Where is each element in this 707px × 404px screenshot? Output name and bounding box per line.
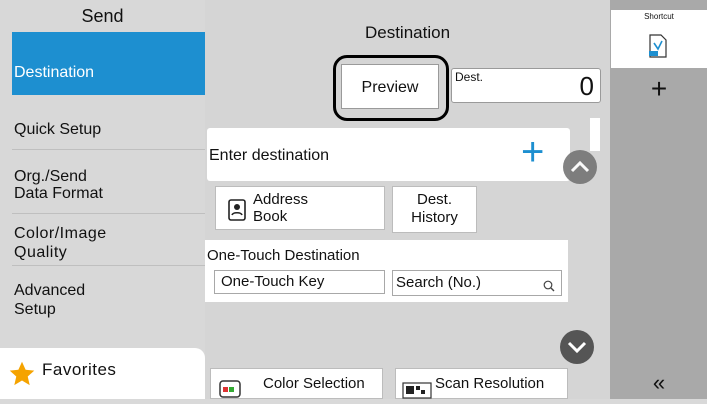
one-touch-key-button[interactable]: One-Touch Key: [214, 270, 385, 294]
search-number-label: Search (No.): [396, 274, 482, 291]
dest-count-value: 0: [579, 71, 594, 101]
color-selection-label: Color Selection: [263, 375, 365, 392]
sidebar-item-quick-setup[interactable]: Quick Setup: [12, 110, 205, 150]
preview-button[interactable]: Preview: [341, 64, 439, 109]
favorites-button[interactable]: Favorites: [0, 348, 205, 399]
star-icon: [8, 360, 36, 393]
shortcut-label: Shortcut: [644, 12, 674, 21]
chevron-down-icon: [567, 341, 587, 354]
destination-count-box[interactable]: Dest. 0: [451, 68, 601, 103]
address-book-button[interactable]: Address Book: [215, 186, 385, 230]
search-icon: [543, 276, 555, 300]
color-selection-button[interactable]: Color Selection: [210, 368, 383, 399]
search-number-button[interactable]: Search (No.): [392, 270, 562, 296]
color-selection-icon: [219, 377, 243, 404]
destination-history-button[interactable]: Dest. History: [392, 186, 477, 233]
address-book-icon: [228, 199, 246, 226]
address-book-label: Address Book: [253, 191, 309, 225]
scan-resolution-label: Scan Resolution: [435, 375, 545, 392]
dest-count-label: Dest.: [455, 70, 484, 84]
collapse-button[interactable]: «: [611, 370, 707, 396]
scan-resolution-icon: [402, 377, 432, 404]
favorites-label: Favorites: [42, 360, 117, 379]
sidebar-item-destination[interactable]: Destination: [12, 32, 205, 95]
enter-destination-label: Enter destination: [209, 147, 330, 164]
plus-icon: +: [521, 130, 545, 174]
shortcut-button[interactable]: Shortcut: [611, 10, 707, 68]
one-touch-title: One-Touch Destination: [207, 247, 360, 264]
main-panel: Destination Preview Dest. 0 Enter destin…: [205, 0, 610, 399]
sidebar-item-color-image-quality[interactable]: Color/Image Quality: [12, 220, 205, 266]
scan-resolution-button[interactable]: Scan Resolution: [395, 368, 568, 399]
scroll-down-button[interactable]: [560, 330, 594, 364]
enter-destination-button[interactable]: Enter destination +: [207, 128, 570, 181]
chevron-up-icon: [570, 160, 590, 173]
sidebar-item-advanced-setup[interactable]: Advanced Setup: [12, 273, 205, 329]
sidebar-item-org-send-data-format[interactable]: Org./Send Data Format: [12, 164, 205, 214]
scrollbar-thumb[interactable]: [590, 118, 600, 151]
document-icon: [647, 34, 669, 63]
sidebar-title: Send: [81, 6, 124, 26]
add-shortcut-button[interactable]: +: [611, 74, 707, 104]
page-title: Destination: [364, 23, 451, 42]
scroll-up-button[interactable]: [563, 150, 597, 184]
